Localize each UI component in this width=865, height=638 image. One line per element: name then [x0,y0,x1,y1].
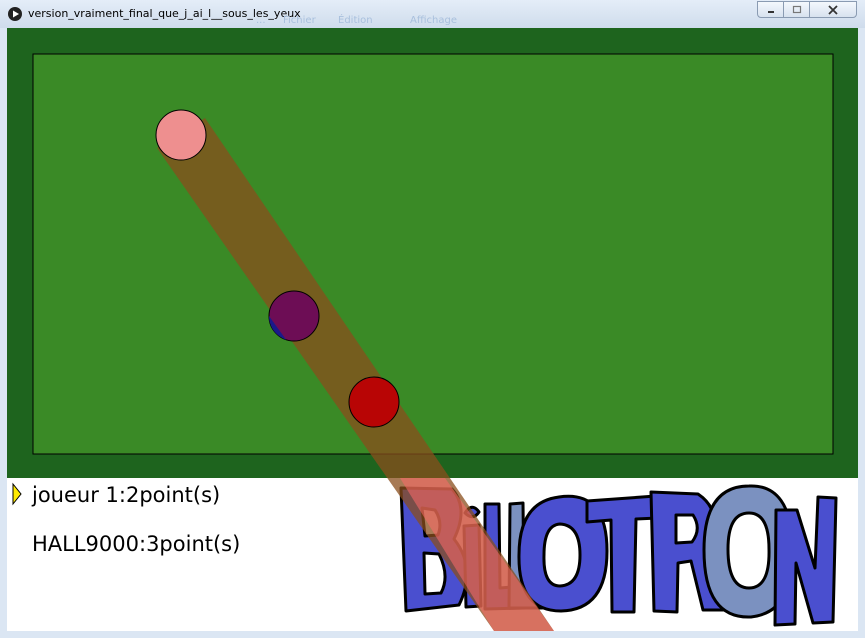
maximize-icon [792,5,801,13]
cue-ball-pink[interactable] [155,109,207,161]
close-icon [828,4,838,15]
maximize-button[interactable] [783,1,810,18]
table-felt[interactable] [32,53,834,455]
app-play-icon [8,7,22,21]
ghost-menu-1: Fichier [283,15,316,26]
close-button[interactable] [809,1,857,18]
window-titlebar: version_vraiment_final_que_j_ai_l__sous_… [0,0,865,28]
ghost-menu-0: ... [256,15,266,26]
score-player-1: joueur 1:2point(s) [32,483,221,507]
minimize-icon [767,10,774,13]
game-canvas-area[interactable]: joueur 1:2point(s) HALL9000:3point(s) [7,28,858,631]
score-player-2: HALL9000:3point(s) [32,532,241,556]
ghost-menu-2: Édition [338,15,373,26]
minimize-button[interactable] [757,1,784,18]
ball-red[interactable] [348,376,400,428]
ghost-menu-3: Affichage [410,15,457,26]
